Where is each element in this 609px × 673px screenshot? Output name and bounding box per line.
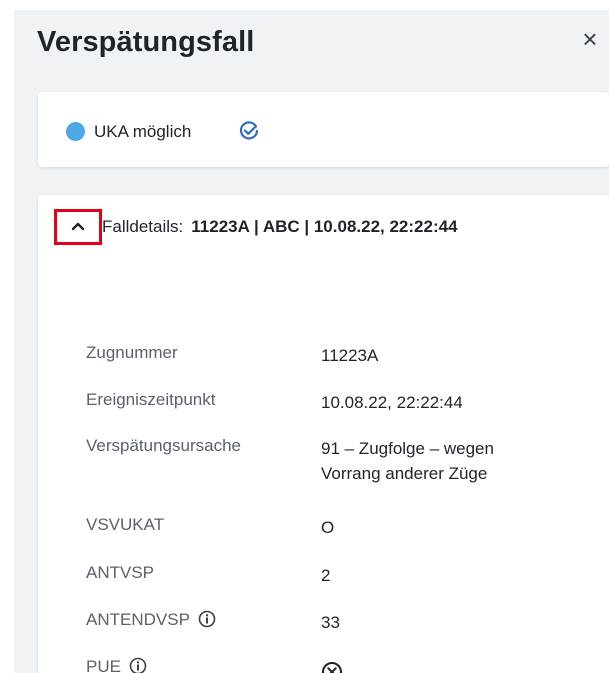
details-label: Falldetails: <box>102 217 184 236</box>
close-icon[interactable]: × <box>579 26 601 52</box>
detail-key: Ereigniszeitpunkt <box>86 390 216 409</box>
cross-circle-icon <box>322 662 342 673</box>
check-circle-icon <box>239 121 259 140</box>
detail-value: 10.08.22, 22:22:44 <box>321 393 463 412</box>
details-card: Falldetails: 11223A | ABC | 10.08.22, 22:… <box>38 195 609 673</box>
collapse-details-button[interactable] <box>54 209 102 245</box>
detail-key-wrap: ANTENDVSP <box>86 610 216 630</box>
detail-key: Zugnummer <box>86 343 178 362</box>
status-label: UKA möglich <box>94 122 192 141</box>
detail-value: 2 <box>321 566 331 585</box>
detail-value-line: 91 – Zugfolge – wegen <box>321 439 494 458</box>
detail-key: Verspätungsursache <box>86 436 241 455</box>
detail-key: ANTVSP <box>86 563 155 582</box>
details-summary: 11223A | ABC | 10.08.22, 22:22:44 <box>191 217 458 236</box>
chevron-up-icon <box>71 222 85 231</box>
info-icon[interactable] <box>129 657 147 673</box>
detail-value: 11223A <box>321 346 379 365</box>
status-dot <box>66 122 85 141</box>
detail-value: O <box>321 518 335 537</box>
detail-key: PUE <box>86 657 121 673</box>
panel-title: Verspätungsfall <box>37 26 255 58</box>
info-icon[interactable] <box>198 610 216 628</box>
detail-key-wrap: PUE <box>86 657 147 673</box>
verspaetungsfall-panel: Verspätungsfall × UKA möglich Falldetail… <box>14 10 609 673</box>
status-card: UKA möglich <box>38 92 609 167</box>
detail-value <box>321 657 561 673</box>
detail-value: 91 – Zugfolge – wegen Vorrang anderer Zü… <box>321 436 561 486</box>
detail-value-line: Vorrang anderer Züge <box>321 464 488 483</box>
details-header: Falldetails: 11223A | ABC | 10.08.22, 22:… <box>102 217 458 237</box>
detail-value: 33 <box>321 613 340 632</box>
detail-key: VSVUKAT <box>86 515 165 534</box>
detail-key: ANTENDVSP <box>86 610 190 629</box>
